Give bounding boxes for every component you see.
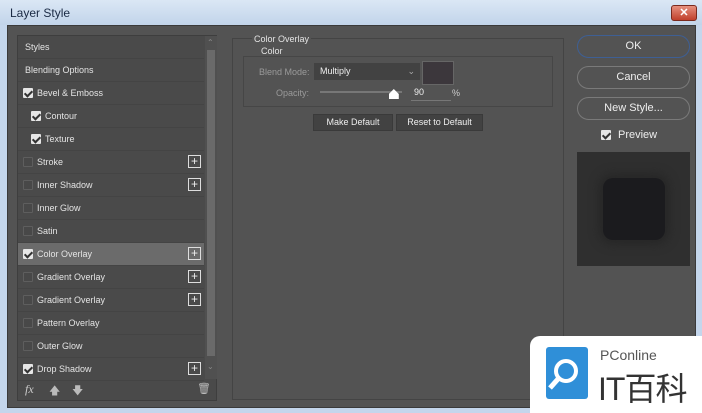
add-effect-icon[interactable]: + — [188, 178, 201, 191]
style-item-label: Drop Shadow — [37, 364, 92, 374]
add-effect-icon[interactable]: + — [188, 270, 201, 283]
style-item[interactable]: Styles — [18, 36, 204, 59]
scroll-down-icon[interactable]: ⌄ — [207, 362, 214, 371]
blend-mode-select[interactable]: Multiply ⌄ — [314, 63, 420, 80]
style-checkbox[interactable] — [23, 203, 33, 213]
style-item[interactable]: Pattern Overlay — [18, 312, 204, 335]
style-item[interactable]: Stroke + — [18, 151, 204, 174]
preview-checkbox[interactable] — [601, 130, 611, 140]
opacity-slider[interactable] — [320, 91, 402, 93]
magnifier-logo-icon — [546, 347, 588, 399]
add-effect-icon[interactable]: + — [188, 293, 201, 306]
scrollbar[interactable]: ⌃ ⌄ — [205, 36, 217, 379]
style-item[interactable]: Blending Options — [18, 59, 204, 82]
style-checkbox[interactable] — [23, 226, 33, 236]
blend-mode-value: Multiply — [320, 66, 351, 76]
ok-button[interactable]: OK — [577, 35, 690, 58]
style-checkbox[interactable] — [23, 295, 33, 305]
style-checkbox[interactable] — [23, 272, 33, 282]
style-item-label: Bevel & Emboss — [37, 88, 104, 98]
style-item[interactable]: Drop Shadow + — [18, 358, 204, 381]
preview-label: Preview — [618, 129, 658, 141]
style-item-label: Color Overlay — [37, 249, 93, 259]
style-item-label: Gradient Overlay — [37, 295, 106, 305]
blend-mode-label: Blend Mode: — [259, 67, 310, 77]
add-effect-icon[interactable]: + — [188, 155, 201, 168]
make-default-button[interactable]: Make Default — [313, 114, 393, 131]
add-effect-icon[interactable]: + — [188, 362, 201, 375]
style-item[interactable]: Color Overlay + — [18, 243, 204, 266]
style-item[interactable]: Contour — [18, 105, 204, 128]
trash-icon[interactable]: 🗑 — [197, 382, 211, 395]
reset-to-default-button[interactable]: Reset to Default — [396, 114, 483, 131]
add-effect-icon[interactable]: + — [188, 247, 201, 260]
style-item[interactable]: Bevel & Emboss — [18, 82, 204, 105]
new-style-button[interactable]: New Style... — [577, 97, 690, 120]
style-item[interactable]: Satin — [18, 220, 204, 243]
style-checkbox[interactable] — [23, 364, 33, 374]
style-item-label: Gradient Overlay — [37, 272, 106, 282]
cancel-button[interactable]: Cancel — [577, 66, 690, 89]
group-title: Color — [259, 46, 285, 56]
style-item-label: Contour — [45, 111, 78, 121]
fx-button[interactable]: fx — [25, 382, 34, 397]
style-checkbox[interactable] — [23, 341, 33, 351]
close-button[interactable]: ✕ — [671, 5, 697, 21]
style-item-label: Inner Shadow — [37, 180, 93, 190]
style-checkbox[interactable] — [31, 134, 41, 144]
style-item[interactable]: Inner Shadow + — [18, 174, 204, 197]
overlay-color-swatch[interactable] — [422, 61, 454, 85]
style-checkbox[interactable] — [23, 318, 33, 328]
dialog-title: Layer Style — [10, 6, 71, 20]
watermark-brand: PConline — [600, 347, 657, 363]
style-item-label: Pattern Overlay — [37, 318, 100, 328]
style-item-label: Texture — [45, 134, 75, 144]
chevron-down-icon: ⌄ — [407, 66, 415, 76]
watermark-name: IT百科 — [598, 371, 687, 407]
style-item-label: Satin — [37, 226, 58, 236]
style-item-label: Blending Options — [25, 65, 94, 75]
style-item[interactable]: Gradient Overlay + — [18, 266, 204, 289]
style-checkbox[interactable] — [23, 157, 33, 167]
move-down-icon[interactable]: 🡇 — [72, 382, 83, 401]
section-title: Color Overlay — [252, 34, 312, 44]
style-preview — [577, 152, 690, 266]
style-item[interactable]: Inner Glow — [18, 197, 204, 220]
scroll-thumb[interactable] — [207, 50, 215, 356]
scroll-up-icon[interactable]: ⌃ — [207, 38, 214, 47]
opacity-input[interactable]: 90 — [411, 87, 451, 101]
style-checkbox[interactable] — [23, 180, 33, 190]
move-up-icon[interactable]: 🡅 — [49, 382, 60, 401]
opacity-unit: % — [452, 88, 461, 98]
style-item-label: Styles — [25, 42, 50, 52]
styles-list: Styles Blending Options Bevel & Emboss Cont… — [17, 35, 217, 401]
style-checkbox[interactable] — [23, 249, 33, 259]
style-item-label: Outer Glow — [37, 341, 83, 351]
styles-toolbar: fx 🡅 🡇 🗑 — [18, 379, 216, 401]
preview-shape — [603, 178, 665, 240]
style-checkbox[interactable] — [23, 88, 33, 98]
style-item[interactable]: Texture — [18, 128, 204, 151]
style-item-label: Inner Glow — [37, 203, 81, 213]
style-item[interactable]: Gradient Overlay + — [18, 289, 204, 312]
style-item-label: Stroke — [37, 157, 64, 167]
style-item[interactable]: Outer Glow — [18, 335, 204, 358]
style-checkbox[interactable] — [31, 111, 41, 121]
watermark: PConline IT百科 — [530, 336, 702, 413]
opacity-label: Opacity: — [276, 88, 310, 98]
title-bar: Layer Style ✕ — [0, 0, 702, 25]
